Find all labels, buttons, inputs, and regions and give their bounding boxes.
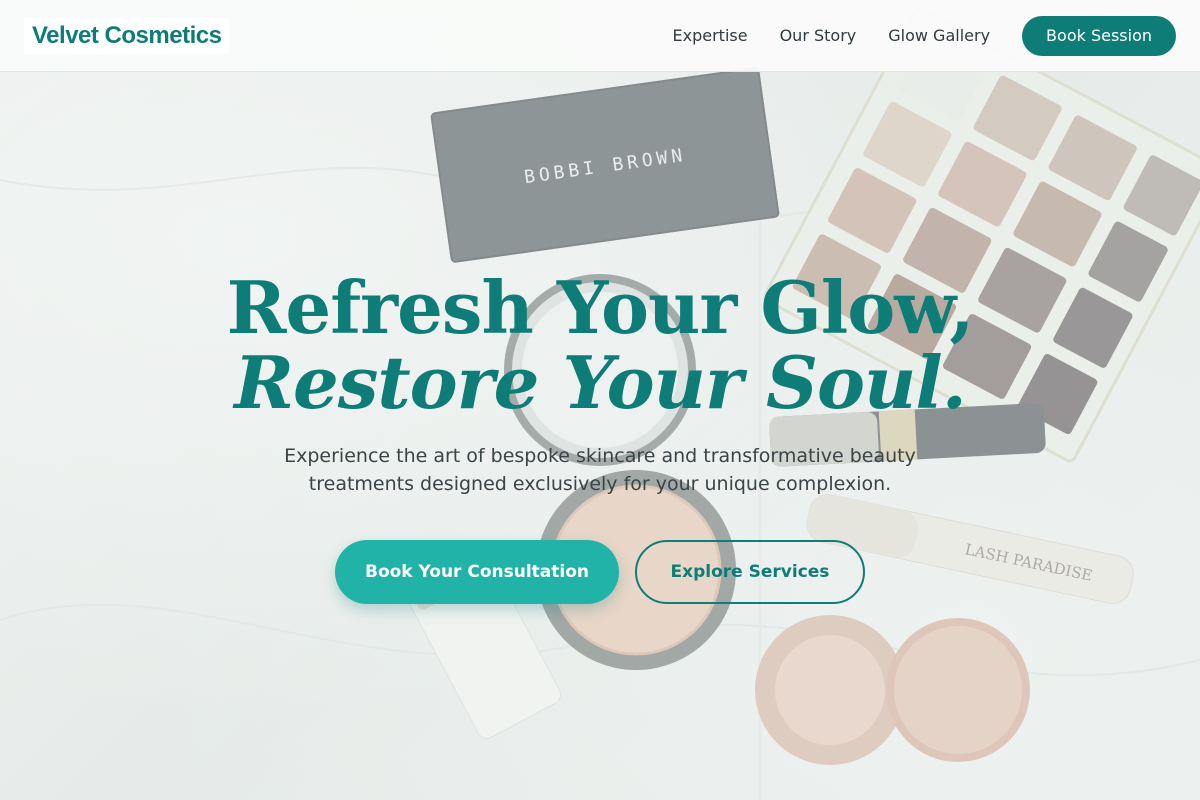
nav-link-glow-gallery[interactable]: Glow Gallery (888, 26, 990, 45)
hero-headline-line2: Restore Your Soul. (234, 340, 967, 425)
site-header: Velvet Cosmetics Expertise Our Story Glo… (0, 0, 1200, 72)
main-nav: Expertise Our Story Glow Gallery Book Se… (641, 15, 1176, 56)
hero-cta-group: Book Your Consultation Explore Services (0, 540, 1200, 604)
book-session-button[interactable]: Book Session (1022, 15, 1176, 56)
hero-subtitle: Experience the art of bespoke skincare a… (284, 445, 916, 495)
nav-link-expertise[interactable]: Expertise (673, 26, 748, 45)
hero-headline: Refresh Your Glow, Restore Your Soul. (0, 270, 1200, 420)
book-consultation-button[interactable]: Book Your Consultation (335, 540, 619, 604)
hero-content: Refresh Your Glow, Restore Your Soul. Ex… (0, 270, 1200, 604)
hero-headline-line1: Refresh Your Glow, (226, 265, 975, 350)
brand-logo[interactable]: Velvet Cosmetics (24, 17, 230, 54)
explore-services-button[interactable]: Explore Services (635, 540, 865, 604)
nav-link-our-story[interactable]: Our Story (780, 26, 857, 45)
